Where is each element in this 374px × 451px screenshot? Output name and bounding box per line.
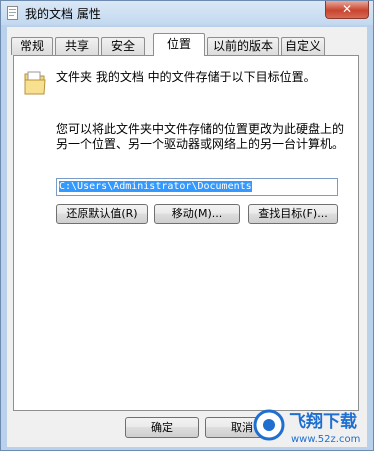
dialog-body: 常规 共享 安全 位置 以前的版本 自定义 文件夹 我的文档 中的文件存储于以下… [7, 27, 367, 447]
watermark-url: www.52z.com [291, 434, 360, 445]
find-target-button[interactable]: 查找目标(F)... [248, 204, 338, 224]
restore-default-button[interactable]: 还原默认值(R) [56, 204, 148, 224]
tab-location[interactable]: 位置 [153, 33, 205, 56]
properties-window: 我的文档 属性 ✕ 常规 共享 安全 位置 以前的版本 自定义 文件夹 我的文档… [0, 0, 374, 451]
tab-previous-versions[interactable]: 以前的版本 [207, 37, 279, 55]
document-folder-icon [7, 6, 18, 20]
tab-sharing[interactable]: 共享 [55, 37, 99, 55]
location-panel: 文件夹 我的文档 中的文件存储于以下目标位置。 您可以将此文件夹中文件存储的位置… [13, 55, 359, 411]
ok-button[interactable]: 确定 [125, 417, 199, 438]
folder-icon [24, 71, 46, 95]
watermark-logo: 飞翔下载 www.52z.com [253, 409, 360, 445]
tab-security[interactable]: 安全 [101, 37, 145, 55]
tab-strip: 常规 共享 安全 位置 以前的版本 自定义 [9, 33, 365, 56]
path-value: C:\Users\Administrator\Documents [59, 181, 252, 192]
tab-general[interactable]: 常规 [11, 37, 53, 55]
path-input[interactable]: C:\Users\Administrator\Documents [56, 178, 338, 196]
location-description: 文件夹 我的文档 中的文件存储于以下目标位置。 [56, 70, 316, 84]
watermark-brand: 飞翔下载 [289, 411, 357, 432]
window-title: 我的文档 属性 [25, 7, 101, 21]
tab-customize[interactable]: 自定义 [281, 37, 325, 55]
close-icon: ✕ [341, 2, 353, 16]
close-button[interactable]: ✕ [325, 1, 369, 19]
title-bar[interactable]: 我的文档 属性 ✕ [1, 1, 373, 25]
location-info-text: 您可以将此文件夹中文件存储的位置更改为此硬盘上的另一个位置、另一个驱动器或网络上… [56, 122, 345, 151]
move-button[interactable]: 移动(M)... [154, 204, 240, 224]
